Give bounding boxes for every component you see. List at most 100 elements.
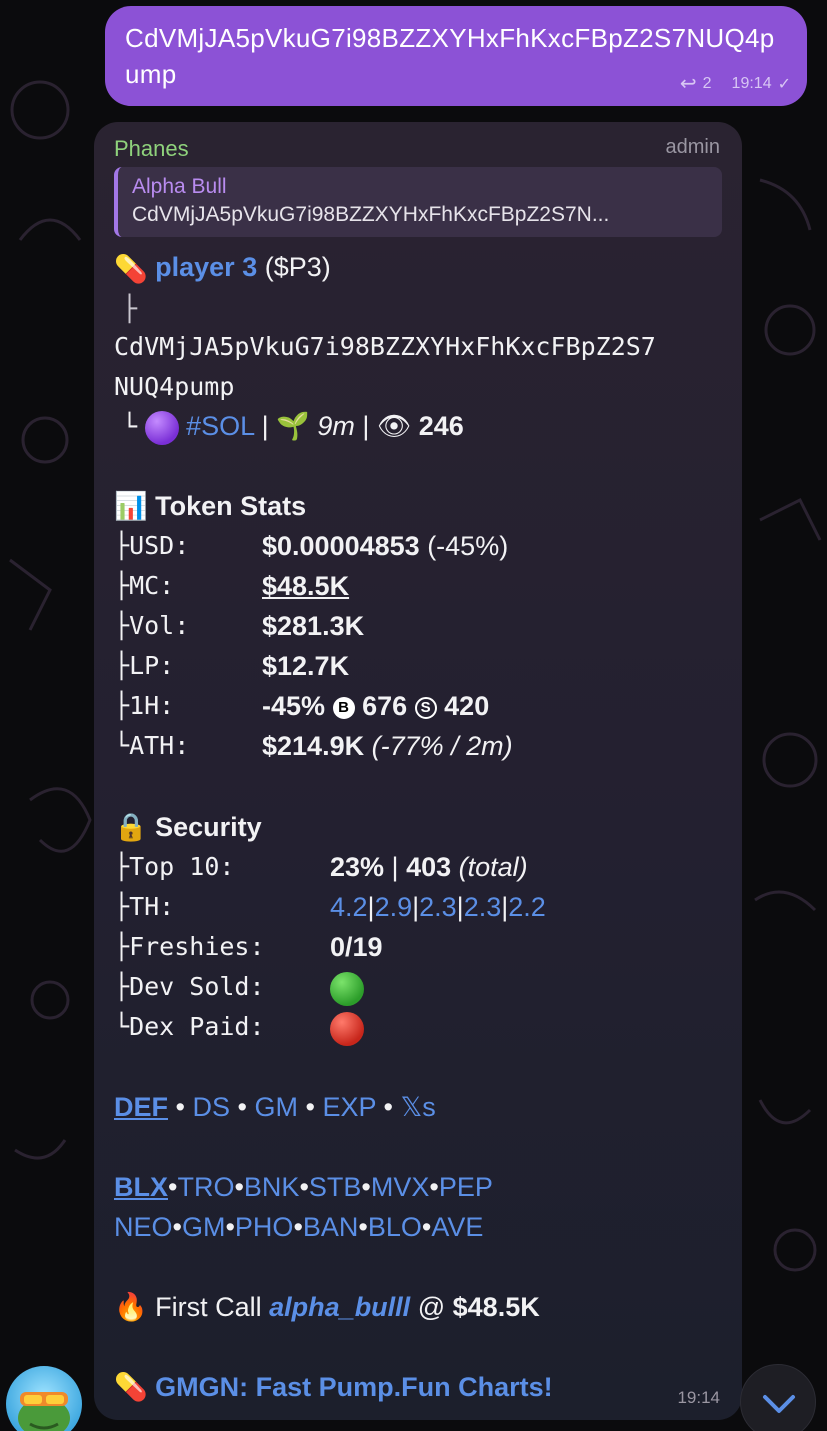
bar-chart-icon: 📊	[114, 491, 148, 521]
link-mvx[interactable]: MVX	[371, 1172, 430, 1202]
link-gm2[interactable]: GM	[182, 1212, 226, 1242]
pill-icon: 💊	[114, 1372, 148, 1402]
th-link[interactable]: 2.3	[419, 892, 457, 922]
view-count: 246	[418, 411, 464, 441]
link-tro[interactable]: TRO	[177, 1172, 234, 1202]
link-blo[interactable]: BLO	[368, 1212, 422, 1242]
sells-count: 420	[444, 691, 490, 721]
link-ban[interactable]: BAN	[303, 1212, 359, 1242]
tree-branch-icon: ├	[114, 691, 130, 720]
stat-value-lp: $12.7K	[262, 651, 350, 681]
outgoing-message-bubble[interactable]: CdVMjJA5pVkuG7i98BZZXYHxFhKxcFBpZ2S7NUQ4…	[105, 6, 807, 106]
stat-key-ath: └ATH:	[114, 731, 190, 760]
pill-icon: 💊	[114, 253, 148, 284]
token-header: 💊 player 3 ($P3)	[114, 250, 331, 286]
security-key-th: ├TH:	[114, 892, 175, 921]
sells-icon: S	[414, 696, 437, 719]
stat-key-1h: ├1H:	[114, 691, 175, 720]
lock-icon: 🔒	[114, 812, 148, 842]
first-call-price: $48.5K	[452, 1292, 540, 1322]
chain-hashtag[interactable]: #SOL	[186, 411, 254, 441]
link-x-search[interactable]: 𝕏s	[401, 1092, 436, 1122]
stat-value-mc[interactable]: $48.5K	[262, 569, 349, 603]
token-age: 9m	[317, 411, 355, 441]
th-link[interactable]: 2.9	[375, 892, 413, 922]
first-call-at: @	[417, 1292, 446, 1322]
eye-icon: 👁	[376, 411, 412, 441]
link-stb[interactable]: STB	[309, 1172, 362, 1202]
links-row-1: DEF • DS • GM • EXP • 𝕏s	[114, 1092, 436, 1122]
first-call-row: 🔥 First Call alpha_bulll @ $48.5K	[114, 1290, 540, 1324]
sent-check-icon: ✓	[777, 75, 791, 93]
first-call-label: First Call	[155, 1292, 262, 1322]
stat-key-vol: ├Vol:	[114, 611, 190, 640]
buys-count: 676	[362, 691, 408, 721]
promo-link[interactable]: GMGN: Fast Pump.Fun Charts!	[155, 1372, 553, 1402]
stat-value-vol: $281.3K	[262, 611, 365, 641]
links-row-3: NEO•GM•PHO•BAN•BLO•AVE	[114, 1212, 484, 1242]
stat-value-usd: $0.00004853 (-45%)	[262, 531, 509, 561]
sender-name[interactable]: Phanes	[114, 136, 189, 162]
links-row-2: BLX•TRO•BNK•STB•MVX•PEP	[114, 1172, 493, 1202]
incoming-message-bubble[interactable]: Phanes admin Alpha Bull CdVMjJA5pVkuG7i9…	[94, 122, 742, 1420]
token-stats-title: Token Stats	[155, 491, 307, 521]
tree-branch-icon: ├	[114, 531, 130, 560]
chevron-down-icon	[763, 1395, 795, 1413]
security-value-dev-sold	[330, 970, 364, 1006]
security-value-freshies: 0/19	[330, 932, 383, 962]
buys-icon: B	[332, 696, 355, 719]
token-address-line1[interactable]: CdVMjJA5pVkuG7i98BZZXYHxFhKxcFBpZ2S7	[114, 330, 656, 364]
tree-branch-icon: ├	[122, 294, 138, 323]
token-stats-heading: 📊 Token Stats	[114, 489, 306, 523]
link-ds[interactable]: DS	[192, 1092, 230, 1122]
stat-key-usd: ├USD:	[114, 531, 190, 560]
th-link[interactable]: 2.2	[508, 892, 546, 922]
seedling-icon: 🌱	[276, 411, 310, 441]
reply-count: 2	[702, 74, 712, 92]
tree-end-icon: └	[122, 412, 138, 441]
security-key-dex-paid: └Dex Paid:	[114, 1012, 265, 1041]
green-circle-icon	[330, 971, 364, 1006]
th-link[interactable]: 4.2	[330, 892, 368, 922]
outgoing-message-meta: ↩ 2 19:14 ✓	[680, 71, 791, 96]
tree-end-icon: └	[114, 731, 130, 760]
quote-author: Alpha Bull	[132, 175, 227, 198]
tree-end-icon: └	[114, 1012, 130, 1041]
tree-branch-icon: ├	[114, 892, 130, 921]
stat-key-lp: ├LP:	[114, 651, 175, 680]
stat-key-mc: ├MC:	[114, 571, 175, 600]
admin-badge: admin	[665, 136, 720, 158]
reply-arrow-icon: ↩	[679, 73, 697, 95]
security-value-th: 4.2|2.9|2.3|2.3|2.2	[330, 892, 546, 922]
link-pho[interactable]: PHO	[235, 1212, 294, 1242]
tree-branch-icon: ├	[114, 852, 130, 881]
security-heading: 🔒 Security	[114, 810, 262, 844]
scroll-down-button[interactable]	[740, 1364, 816, 1431]
reply-quote[interactable]: Alpha Bull CdVMjJA5pVkuG7i98BZZXYHxFhKxc…	[114, 167, 722, 237]
link-neo[interactable]: NEO	[114, 1212, 173, 1242]
th-link[interactable]: 2.3	[464, 892, 502, 922]
link-bnk[interactable]: BNK	[244, 1172, 300, 1202]
token-name-link[interactable]: player 3	[155, 252, 257, 282]
incoming-time: 19:14	[677, 1388, 720, 1407]
purple-circle-icon	[144, 410, 179, 445]
security-key-top10: ├Top 10:	[114, 852, 235, 881]
token-address-line2[interactable]: NUQ4pump	[114, 370, 234, 404]
tree-branch-icon: ├	[114, 932, 130, 961]
tree-branch-icon: ├	[114, 651, 130, 680]
link-ave[interactable]: AVE	[431, 1212, 483, 1242]
link-blx[interactable]: BLX	[114, 1172, 168, 1202]
security-value-top10: 23% | 403 (total)	[330, 852, 528, 882]
security-key-dev-sold: ├Dev Sold:	[114, 972, 265, 1001]
link-exp[interactable]: EXP	[322, 1092, 376, 1122]
link-gm[interactable]: GM	[254, 1092, 298, 1122]
outgoing-time: 19:14	[731, 74, 772, 92]
first-call-user-link[interactable]: alpha_bulll	[269, 1292, 410, 1322]
link-pep[interactable]: PEP	[439, 1172, 493, 1202]
stat-value-1h: -45% B 676 S 420	[262, 691, 490, 721]
red-circle-icon	[330, 1011, 364, 1046]
tree-branch-icon: ├	[114, 571, 130, 600]
link-def[interactable]: DEF	[114, 1092, 168, 1122]
stat-value-ath: $214.9K (-77% / 2m)	[262, 731, 513, 761]
separator: |	[261, 411, 269, 441]
